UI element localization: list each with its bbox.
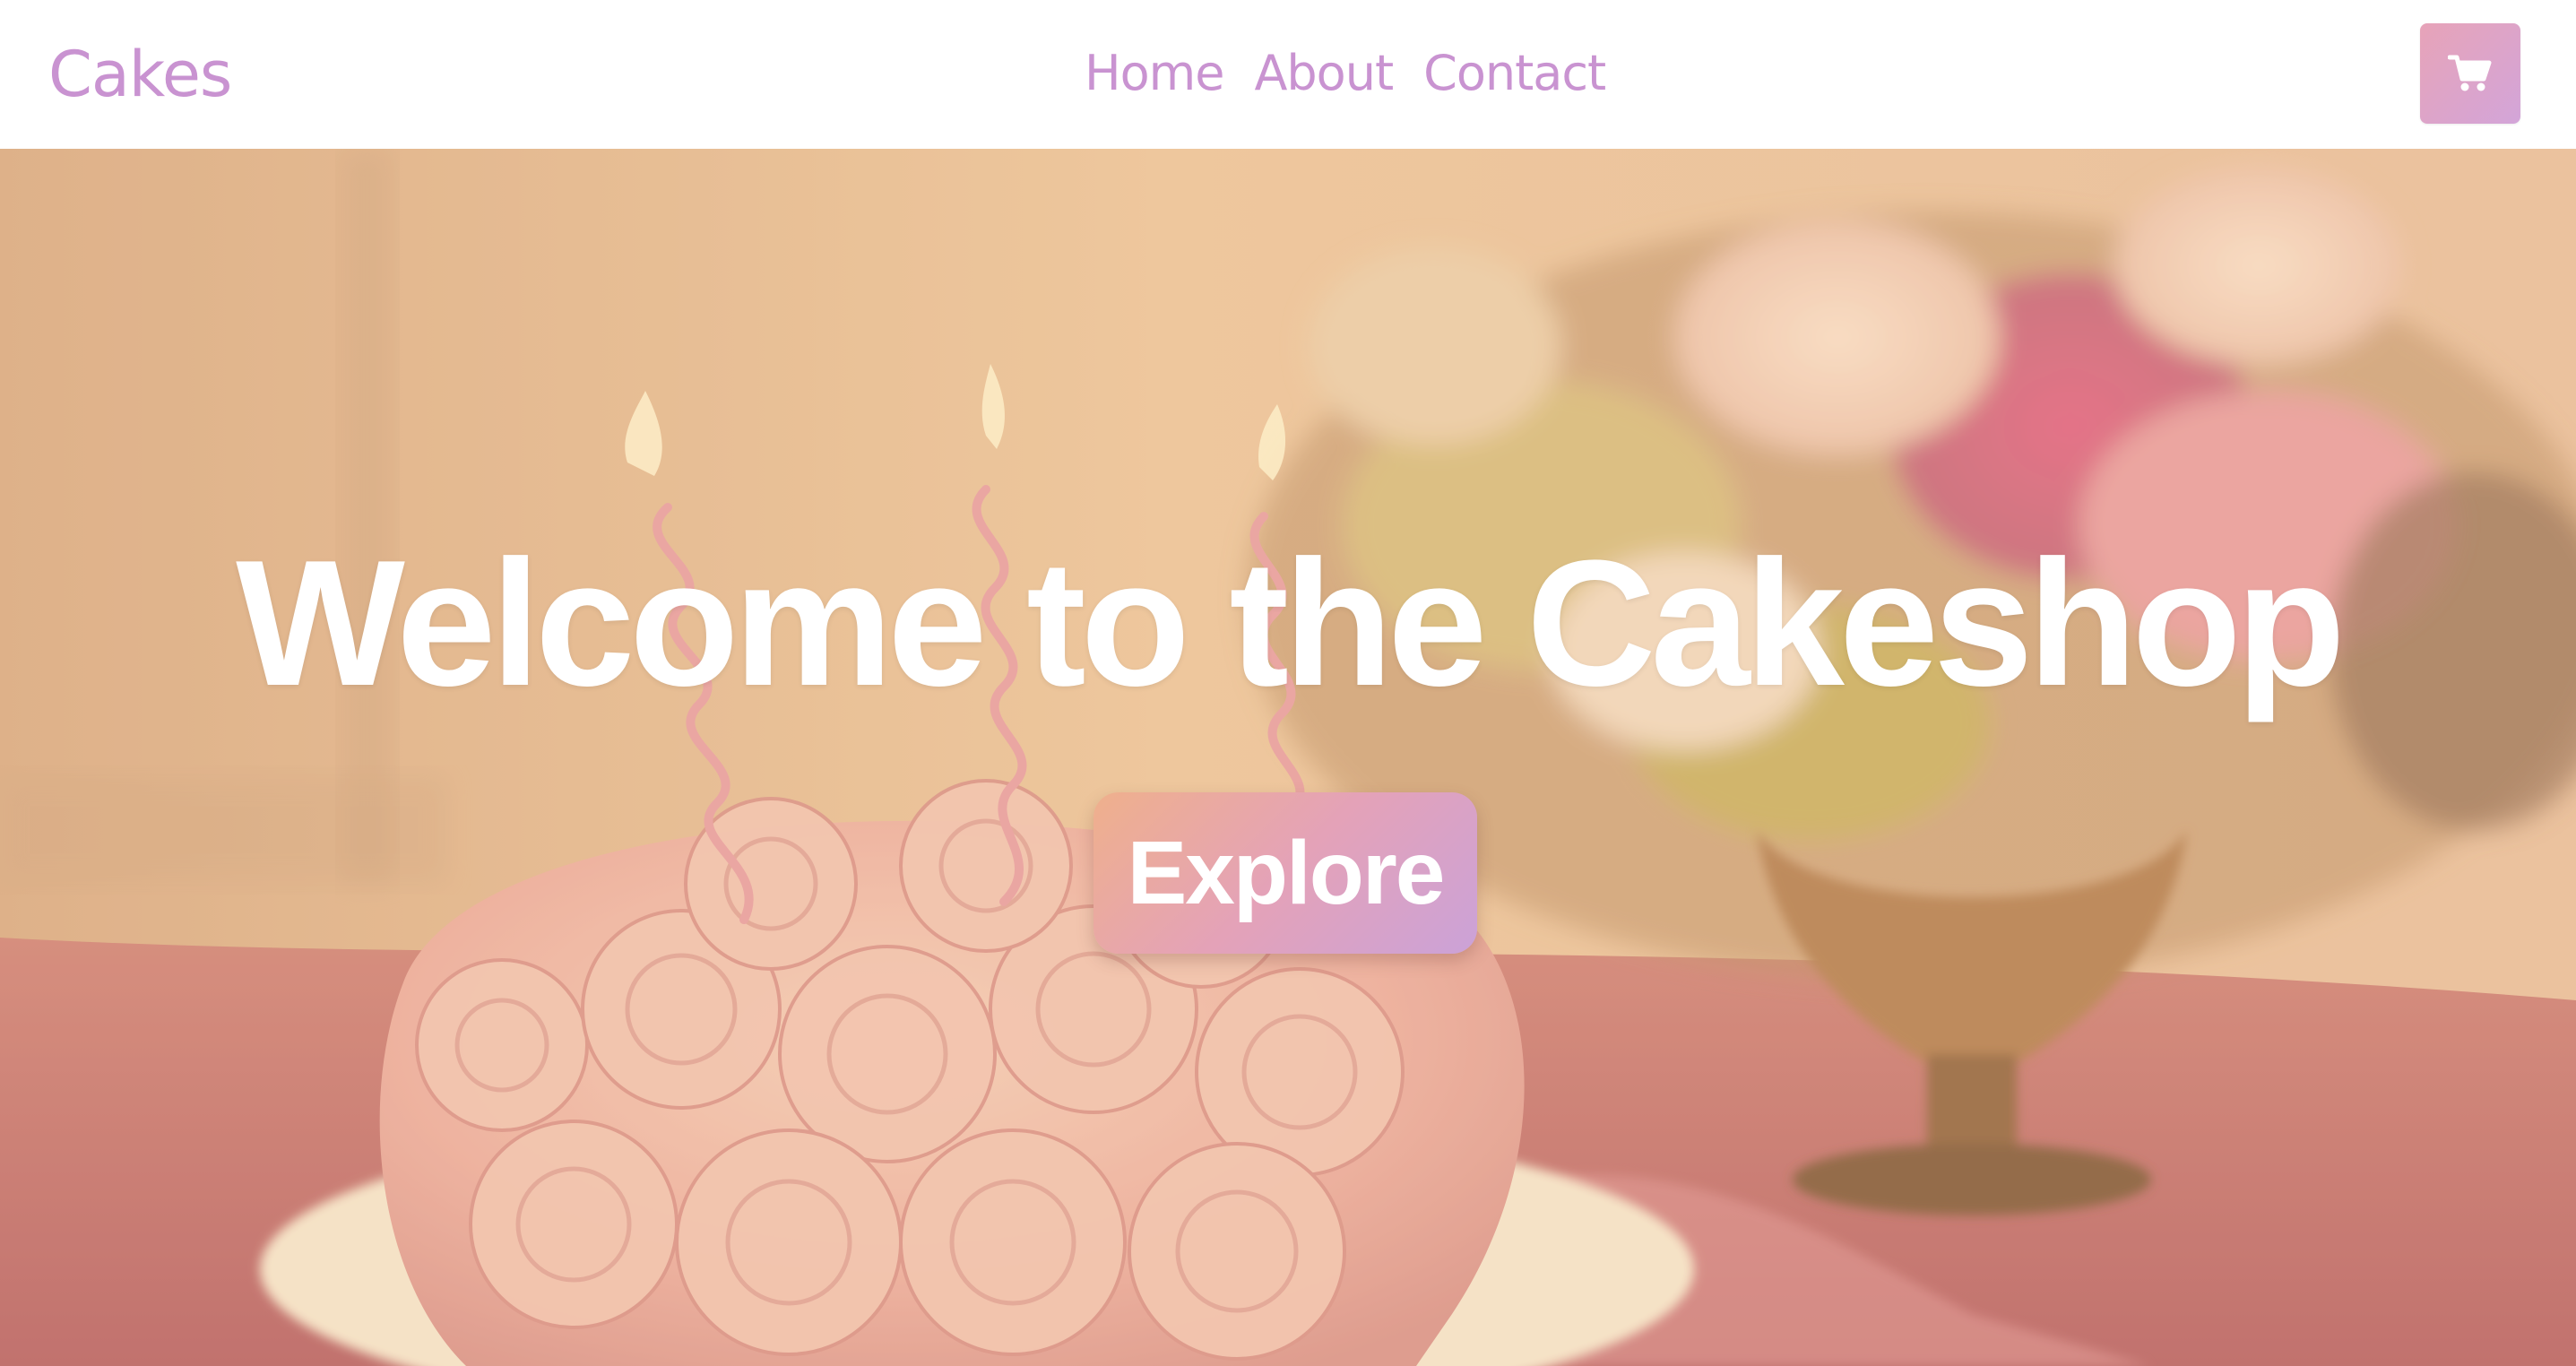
hero-title: Welcome to the Cakeshop (236, 523, 2346, 723)
nav-link-about[interactable]: About (1254, 38, 1394, 109)
hero-section: Welcome to the Cakeshop Explore (0, 149, 2576, 1366)
explore-button[interactable]: Explore (1094, 792, 1477, 954)
cart-button[interactable] (2420, 23, 2520, 124)
nav-link-contact[interactable]: Contact (1423, 38, 1606, 109)
nav-links: Home About Contact (1085, 38, 1606, 109)
navbar: Cakes Home About Contact (0, 0, 2576, 149)
brand-logo[interactable]: Cakes (48, 34, 232, 115)
nav-link-home[interactable]: Home (1085, 38, 1224, 109)
shopping-cart-icon (2448, 55, 2492, 91)
hero-overlay (0, 149, 2576, 1366)
